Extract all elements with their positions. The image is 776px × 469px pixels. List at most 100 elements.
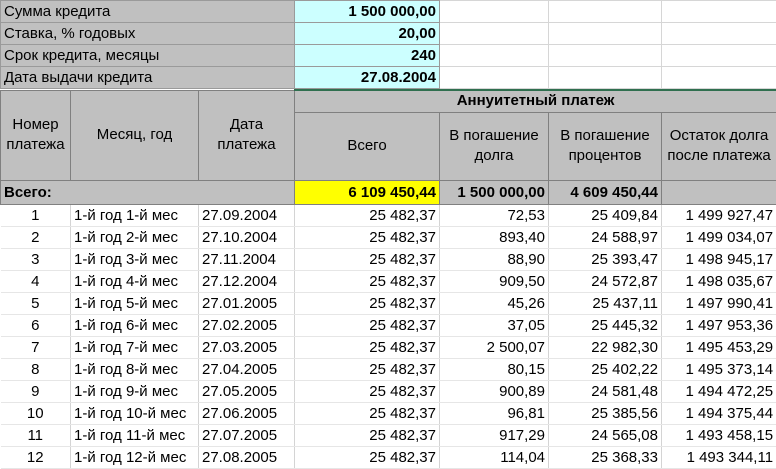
totals-interest[interactable]: 4 609 450,44 — [549, 180, 662, 204]
empty-cell[interactable] — [549, 67, 662, 89]
cell-total[interactable]: 25 482,37 — [295, 380, 440, 402]
cell-payment-date[interactable]: 27.03.2005 — [199, 336, 295, 358]
cell-param-label[interactable]: Ставка, % годовых — [1, 23, 295, 45]
cell-principal[interactable]: 917,29 — [440, 424, 549, 446]
cell-principal[interactable]: 72,53 — [440, 204, 549, 226]
header-payment-date[interactable]: Дата платежа — [199, 90, 295, 180]
cell-param-value[interactable]: 240 — [295, 45, 440, 67]
cell-payment-date[interactable]: 27.05.2005 — [199, 380, 295, 402]
empty-cell[interactable] — [440, 67, 549, 89]
cell-interest[interactable]: 25 437,11 — [549, 292, 662, 314]
cell-param-value[interactable]: 1 500 000,00 — [295, 1, 440, 23]
cell-month-year[interactable]: 1-й год 10-й мес — [71, 402, 199, 424]
cell-interest[interactable]: 22 982,30 — [549, 336, 662, 358]
cell-month-year[interactable]: 1-й год 11-й мес — [71, 424, 199, 446]
totals-label[interactable]: Всего: — [1, 180, 295, 204]
cell-total[interactable]: 25 482,37 — [295, 226, 440, 248]
cell-total[interactable]: 25 482,37 — [295, 204, 440, 226]
cell-interest[interactable]: 24 581,48 — [549, 380, 662, 402]
cell-month-year[interactable]: 1-й год 4-й мес — [71, 270, 199, 292]
empty-cell[interactable] — [662, 45, 776, 67]
cell-remaining[interactable]: 1 495 453,29 — [662, 336, 776, 358]
cell-principal[interactable]: 80,15 — [440, 358, 549, 380]
cell-month-year[interactable]: 1-й год 1-й мес — [71, 204, 199, 226]
cell-payment-date[interactable]: 27.02.2005 — [199, 314, 295, 336]
empty-cell[interactable] — [549, 45, 662, 67]
cell-payment-number[interactable]: 10 — [1, 402, 71, 424]
cell-payment-number[interactable]: 4 — [1, 270, 71, 292]
cell-total[interactable]: 25 482,37 — [295, 446, 440, 468]
cell-remaining[interactable]: 1 494 472,25 — [662, 380, 776, 402]
cell-param-label[interactable]: Срок кредита, месяцы — [1, 45, 295, 67]
empty-cell[interactable] — [440, 45, 549, 67]
cell-payment-date[interactable]: 27.09.2004 — [199, 204, 295, 226]
cell-payment-number[interactable]: 11 — [1, 424, 71, 446]
cell-remaining[interactable]: 1 493 458,15 — [662, 424, 776, 446]
cell-payment-number[interactable]: 9 — [1, 380, 71, 402]
cell-principal[interactable]: 114,04 — [440, 446, 549, 468]
header-principal[interactable]: В погашение долга — [440, 112, 549, 180]
cell-month-year[interactable]: 1-й год 12-й мес — [71, 446, 199, 468]
cell-interest[interactable]: 24 588,97 — [549, 226, 662, 248]
cell-remaining[interactable]: 1 497 990,41 — [662, 292, 776, 314]
cell-remaining[interactable]: 1 498 035,67 — [662, 270, 776, 292]
cell-remaining[interactable]: 1 499 034,07 — [662, 226, 776, 248]
cell-month-year[interactable]: 1-й год 9-й мес — [71, 380, 199, 402]
cell-total[interactable]: 25 482,37 — [295, 314, 440, 336]
cell-payment-date[interactable]: 27.10.2004 — [199, 226, 295, 248]
cell-payment-number[interactable]: 3 — [1, 248, 71, 270]
cell-interest[interactable]: 25 368,33 — [549, 446, 662, 468]
cell-interest[interactable]: 25 402,22 — [549, 358, 662, 380]
cell-payment-number[interactable]: 1 — [1, 204, 71, 226]
cell-principal[interactable]: 900,89 — [440, 380, 549, 402]
header-interest[interactable]: В погашение процентов — [549, 112, 662, 180]
cell-payment-number[interactable]: 6 — [1, 314, 71, 336]
empty-cell[interactable] — [549, 1, 662, 23]
cell-month-year[interactable]: 1-й год 6-й мес — [71, 314, 199, 336]
cell-param-value[interactable]: 20,00 — [295, 23, 440, 45]
cell-payment-date[interactable]: 27.12.2004 — [199, 270, 295, 292]
totals-total[interactable]: 6 109 450,44 — [295, 180, 440, 204]
cell-payment-date[interactable]: 27.07.2005 — [199, 424, 295, 446]
cell-interest[interactable]: 24 572,87 — [549, 270, 662, 292]
empty-cell[interactable] — [549, 23, 662, 45]
cell-payment-number[interactable]: 5 — [1, 292, 71, 314]
cell-principal[interactable]: 96,81 — [440, 402, 549, 424]
totals-principal[interactable]: 1 500 000,00 — [440, 180, 549, 204]
cell-payment-date[interactable]: 27.04.2005 — [199, 358, 295, 380]
cell-payment-number[interactable]: 12 — [1, 446, 71, 468]
cell-interest[interactable]: 25 409,84 — [549, 204, 662, 226]
cell-month-year[interactable]: 1-й год 3-й мес — [71, 248, 199, 270]
empty-cell[interactable] — [662, 1, 776, 23]
header-annuity-payment[interactable]: Аннуитетный платеж — [295, 90, 776, 112]
header-remaining[interactable]: Остаток долга после платежа — [662, 112, 776, 180]
cell-total[interactable]: 25 482,37 — [295, 358, 440, 380]
cell-total[interactable]: 25 482,37 — [295, 270, 440, 292]
cell-payment-date[interactable]: 27.11.2004 — [199, 248, 295, 270]
cell-principal[interactable]: 45,26 — [440, 292, 549, 314]
cell-interest[interactable]: 25 385,56 — [549, 402, 662, 424]
header-payment-number[interactable]: Номер платежа — [1, 90, 71, 180]
cell-month-year[interactable]: 1-й год 2-й мес — [71, 226, 199, 248]
cell-remaining[interactable]: 1 499 927,47 — [662, 204, 776, 226]
cell-principal[interactable]: 2 500,07 — [440, 336, 549, 358]
header-total[interactable]: Всего — [295, 112, 440, 180]
cell-principal[interactable]: 909,50 — [440, 270, 549, 292]
empty-cell[interactable] — [440, 23, 549, 45]
cell-param-label[interactable]: Дата выдачи кредита — [1, 67, 295, 89]
cell-payment-number[interactable]: 7 — [1, 336, 71, 358]
cell-principal[interactable]: 88,90 — [440, 248, 549, 270]
cell-total[interactable]: 25 482,37 — [295, 402, 440, 424]
cell-interest[interactable]: 24 565,08 — [549, 424, 662, 446]
cell-param-label[interactable]: Сумма кредита — [1, 1, 295, 23]
cell-remaining[interactable]: 1 494 375,44 — [662, 402, 776, 424]
empty-cell[interactable] — [662, 67, 776, 89]
cell-principal[interactable]: 893,40 — [440, 226, 549, 248]
cell-payment-date[interactable]: 27.01.2005 — [199, 292, 295, 314]
cell-payment-date[interactable]: 27.08.2005 — [199, 446, 295, 468]
cell-month-year[interactable]: 1-й год 5-й мес — [71, 292, 199, 314]
cell-remaining[interactable]: 1 497 953,36 — [662, 314, 776, 336]
header-month-year[interactable]: Месяц, год — [71, 90, 199, 180]
cell-total[interactable]: 25 482,37 — [295, 248, 440, 270]
cell-total[interactable]: 25 482,37 — [295, 336, 440, 358]
